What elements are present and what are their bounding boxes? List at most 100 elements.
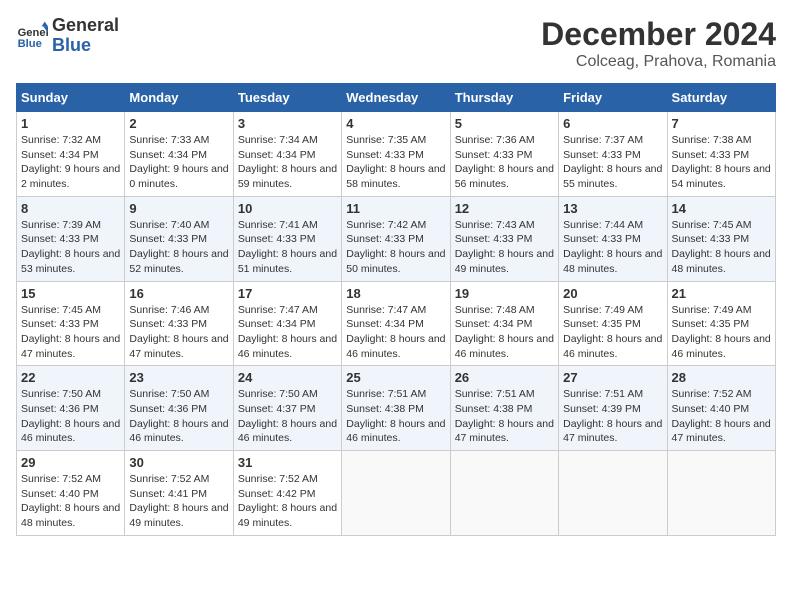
day-info: Sunrise: 7:42 AM Sunset: 4:33 PM Dayligh…	[346, 218, 445, 277]
day-of-week-header: Monday	[125, 84, 233, 112]
calendar-day-cell	[342, 451, 450, 536]
day-number: 4	[346, 116, 445, 131]
calendar-week-row: 29 Sunrise: 7:52 AM Sunset: 4:40 PM Dayl…	[17, 451, 776, 536]
calendar-day-cell: 31 Sunrise: 7:52 AM Sunset: 4:42 PM Dayl…	[233, 451, 341, 536]
calendar-day-cell: 22 Sunrise: 7:50 AM Sunset: 4:36 PM Dayl…	[17, 366, 125, 451]
day-info: Sunrise: 7:49 AM Sunset: 4:35 PM Dayligh…	[563, 303, 662, 362]
day-info: Sunrise: 7:38 AM Sunset: 4:33 PM Dayligh…	[672, 133, 771, 192]
day-number: 12	[455, 201, 554, 216]
calendar-week-row: 1 Sunrise: 7:32 AM Sunset: 4:34 PM Dayli…	[17, 112, 776, 197]
day-info: Sunrise: 7:47 AM Sunset: 4:34 PM Dayligh…	[346, 303, 445, 362]
day-info: Sunrise: 7:50 AM Sunset: 4:36 PM Dayligh…	[21, 387, 120, 446]
day-number: 9	[129, 201, 228, 216]
calendar-day-cell: 5 Sunrise: 7:36 AM Sunset: 4:33 PM Dayli…	[450, 112, 558, 197]
day-number: 17	[238, 286, 337, 301]
calendar-day-cell: 19 Sunrise: 7:48 AM Sunset: 4:34 PM Dayl…	[450, 281, 558, 366]
svg-text:Blue: Blue	[18, 38, 42, 50]
day-info: Sunrise: 7:45 AM Sunset: 4:33 PM Dayligh…	[21, 303, 120, 362]
calendar-week-row: 22 Sunrise: 7:50 AM Sunset: 4:36 PM Dayl…	[17, 366, 776, 451]
calendar-day-cell: 3 Sunrise: 7:34 AM Sunset: 4:34 PM Dayli…	[233, 112, 341, 197]
day-of-week-header: Thursday	[450, 84, 558, 112]
day-info: Sunrise: 7:50 AM Sunset: 4:37 PM Dayligh…	[238, 387, 337, 446]
day-number: 10	[238, 201, 337, 216]
day-info: Sunrise: 7:52 AM Sunset: 4:40 PM Dayligh…	[672, 387, 771, 446]
day-info: Sunrise: 7:34 AM Sunset: 4:34 PM Dayligh…	[238, 133, 337, 192]
calendar-day-cell: 10 Sunrise: 7:41 AM Sunset: 4:33 PM Dayl…	[233, 196, 341, 281]
calendar-day-cell: 6 Sunrise: 7:37 AM Sunset: 4:33 PM Dayli…	[559, 112, 667, 197]
day-number: 18	[346, 286, 445, 301]
location-subtitle: Colceag, Prahova, Romania	[541, 53, 776, 71]
calendar-week-row: 8 Sunrise: 7:39 AM Sunset: 4:33 PM Dayli…	[17, 196, 776, 281]
calendar-day-cell	[667, 451, 775, 536]
day-info: Sunrise: 7:52 AM Sunset: 4:42 PM Dayligh…	[238, 472, 337, 531]
calendar-day-cell: 28 Sunrise: 7:52 AM Sunset: 4:40 PM Dayl…	[667, 366, 775, 451]
day-info: Sunrise: 7:51 AM Sunset: 4:38 PM Dayligh…	[455, 387, 554, 446]
day-of-week-header: Tuesday	[233, 84, 341, 112]
day-info: Sunrise: 7:46 AM Sunset: 4:33 PM Dayligh…	[129, 303, 228, 362]
day-number: 13	[563, 201, 662, 216]
calendar-day-cell: 12 Sunrise: 7:43 AM Sunset: 4:33 PM Dayl…	[450, 196, 558, 281]
day-info: Sunrise: 7:51 AM Sunset: 4:38 PM Dayligh…	[346, 387, 445, 446]
day-info: Sunrise: 7:43 AM Sunset: 4:33 PM Dayligh…	[455, 218, 554, 277]
calendar-day-cell: 18 Sunrise: 7:47 AM Sunset: 4:34 PM Dayl…	[342, 281, 450, 366]
day-info: Sunrise: 7:48 AM Sunset: 4:34 PM Dayligh…	[455, 303, 554, 362]
calendar-day-cell	[559, 451, 667, 536]
calendar-table: SundayMondayTuesdayWednesdayThursdayFrid…	[16, 83, 776, 536]
day-number: 7	[672, 116, 771, 131]
day-info: Sunrise: 7:39 AM Sunset: 4:33 PM Dayligh…	[21, 218, 120, 277]
day-info: Sunrise: 7:33 AM Sunset: 4:34 PM Dayligh…	[129, 133, 228, 192]
calendar-day-cell: 15 Sunrise: 7:45 AM Sunset: 4:33 PM Dayl…	[17, 281, 125, 366]
day-info: Sunrise: 7:49 AM Sunset: 4:35 PM Dayligh…	[672, 303, 771, 362]
calendar-week-row: 15 Sunrise: 7:45 AM Sunset: 4:33 PM Dayl…	[17, 281, 776, 366]
day-info: Sunrise: 7:51 AM Sunset: 4:39 PM Dayligh…	[563, 387, 662, 446]
day-info: Sunrise: 7:32 AM Sunset: 4:34 PM Dayligh…	[21, 133, 120, 192]
day-number: 11	[346, 201, 445, 216]
day-info: Sunrise: 7:45 AM Sunset: 4:33 PM Dayligh…	[672, 218, 771, 277]
calendar-day-cell: 21 Sunrise: 7:49 AM Sunset: 4:35 PM Dayl…	[667, 281, 775, 366]
day-of-week-header: Sunday	[17, 84, 125, 112]
month-year-title: December 2024	[541, 16, 776, 53]
day-info: Sunrise: 7:47 AM Sunset: 4:34 PM Dayligh…	[238, 303, 337, 362]
calendar-day-cell: 1 Sunrise: 7:32 AM Sunset: 4:34 PM Dayli…	[17, 112, 125, 197]
day-number: 28	[672, 370, 771, 385]
calendar-day-cell: 17 Sunrise: 7:47 AM Sunset: 4:34 PM Dayl…	[233, 281, 341, 366]
calendar-day-cell: 23 Sunrise: 7:50 AM Sunset: 4:36 PM Dayl…	[125, 366, 233, 451]
day-info: Sunrise: 7:52 AM Sunset: 4:41 PM Dayligh…	[129, 472, 228, 531]
day-info: Sunrise: 7:35 AM Sunset: 4:33 PM Dayligh…	[346, 133, 445, 192]
day-of-week-header: Wednesday	[342, 84, 450, 112]
day-info: Sunrise: 7:41 AM Sunset: 4:33 PM Dayligh…	[238, 218, 337, 277]
day-number: 31	[238, 455, 337, 470]
day-number: 14	[672, 201, 771, 216]
day-info: Sunrise: 7:50 AM Sunset: 4:36 PM Dayligh…	[129, 387, 228, 446]
calendar-day-cell: 11 Sunrise: 7:42 AM Sunset: 4:33 PM Dayl…	[342, 196, 450, 281]
day-number: 19	[455, 286, 554, 301]
day-info: Sunrise: 7:44 AM Sunset: 4:33 PM Dayligh…	[563, 218, 662, 277]
logo: General Blue General Blue	[16, 16, 119, 56]
calendar-day-cell: 4 Sunrise: 7:35 AM Sunset: 4:33 PM Dayli…	[342, 112, 450, 197]
day-number: 23	[129, 370, 228, 385]
day-number: 21	[672, 286, 771, 301]
day-number: 29	[21, 455, 120, 470]
calendar-day-cell: 20 Sunrise: 7:49 AM Sunset: 4:35 PM Dayl…	[559, 281, 667, 366]
calendar-day-cell: 24 Sunrise: 7:50 AM Sunset: 4:37 PM Dayl…	[233, 366, 341, 451]
calendar-day-cell: 14 Sunrise: 7:45 AM Sunset: 4:33 PM Dayl…	[667, 196, 775, 281]
calendar-day-cell: 25 Sunrise: 7:51 AM Sunset: 4:38 PM Dayl…	[342, 366, 450, 451]
day-number: 1	[21, 116, 120, 131]
day-number: 2	[129, 116, 228, 131]
day-number: 26	[455, 370, 554, 385]
calendar-day-cell	[450, 451, 558, 536]
day-of-week-header: Saturday	[667, 84, 775, 112]
logo-text: General Blue	[52, 16, 119, 56]
logo-icon: General Blue	[16, 20, 48, 52]
calendar-day-cell: 30 Sunrise: 7:52 AM Sunset: 4:41 PM Dayl…	[125, 451, 233, 536]
day-number: 25	[346, 370, 445, 385]
day-number: 22	[21, 370, 120, 385]
page-header: General Blue General Blue December 2024 …	[16, 16, 776, 71]
day-number: 5	[455, 116, 554, 131]
day-number: 3	[238, 116, 337, 131]
calendar-day-cell: 27 Sunrise: 7:51 AM Sunset: 4:39 PM Dayl…	[559, 366, 667, 451]
day-number: 30	[129, 455, 228, 470]
day-number: 8	[21, 201, 120, 216]
day-number: 6	[563, 116, 662, 131]
day-number: 24	[238, 370, 337, 385]
